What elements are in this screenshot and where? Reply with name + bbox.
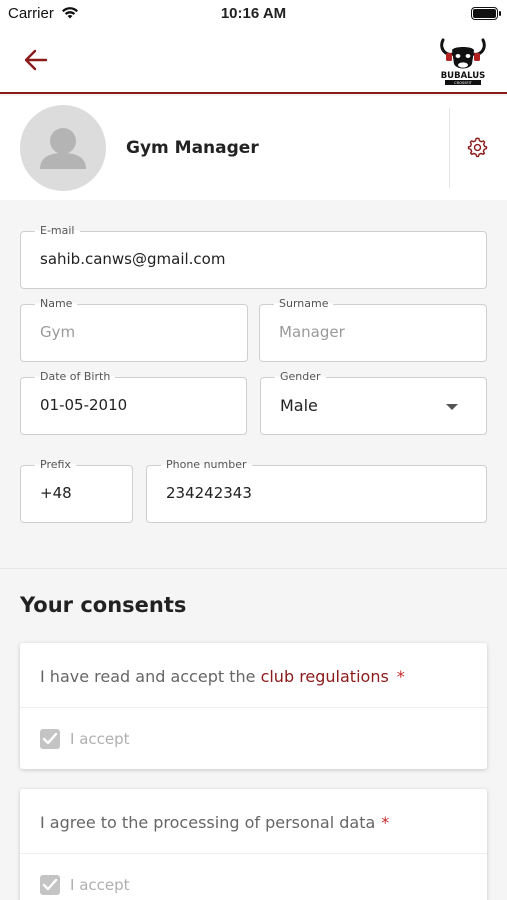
divider [449,108,450,188]
consents-title: Your consents [20,593,187,617]
email-label: E-mail [35,224,80,237]
gear-icon[interactable] [467,137,488,162]
name-label: Name [35,297,78,310]
gender-value: Male [280,396,318,415]
club-regulations-link[interactable]: club regulations [261,667,389,686]
consents-section: Your consents I have read and accept the… [0,568,507,900]
phone-number-value: 234242343 [166,484,252,502]
avatar[interactable] [20,105,106,191]
name-field[interactable]: Name Gym [20,297,248,362]
profile-name: Gym Manager [126,138,259,158]
date-of-birth-field[interactable]: Date of Birth 01-05-2010 [20,370,247,435]
email-value: sahib.canws@gmail.com [40,250,226,268]
phone-number-field[interactable]: Phone number 234242343 [146,458,487,523]
prefix-value: +48 [40,484,72,502]
checkmark-icon [42,732,58,745]
status-bar: Carrier 10:16 AM [0,0,507,28]
top-nav: BUBALUS CROSSFIT [0,28,507,94]
consent-text: I agree to the processing of personal da… [40,813,390,832]
accept-checkbox[interactable] [40,729,60,749]
divider [20,853,487,854]
consent-card: I have read and accept the club regulati… [20,643,487,769]
accept-checkbox[interactable] [40,875,60,895]
surname-label: Surname [274,297,334,310]
accept-label: I accept [70,730,130,748]
battery-icon [471,7,501,20]
phone-number-label: Phone number [161,458,252,471]
prefix-label: Prefix [35,458,76,471]
back-arrow-icon[interactable] [22,48,50,72]
profile-form: E-mail sahib.canws@gmail.com Name Gym Su… [0,200,507,568]
consent-card: I agree to the processing of personal da… [20,789,487,900]
clock: 10:16 AM [220,5,287,22]
divider [20,707,487,708]
date-of-birth-label: Date of Birth [35,370,116,383]
consent-text: I have read and accept the club regulati… [40,667,405,686]
chevron-down-icon [446,404,458,410]
name-placeholder: Gym [40,323,76,341]
prefix-field[interactable]: Prefix +48 [20,458,133,523]
svg-text:BUBALUS: BUBALUS [441,71,486,81]
svg-text:CROSSFIT: CROSSFIT [454,81,473,85]
required-marker: * [381,813,390,832]
gender-label: Gender [275,370,326,383]
surname-placeholder: Manager [279,323,345,341]
required-marker: * [396,667,405,686]
accept-label: I accept [70,876,130,894]
checkmark-icon [42,878,58,891]
user-silhouette-icon [40,128,86,169]
profile-header: Gym Manager [0,96,507,200]
gender-select[interactable]: Gender Male [260,370,487,435]
date-of-birth-value: 01-05-2010 [40,396,128,414]
email-field[interactable]: E-mail sahib.canws@gmail.com [20,224,487,289]
bubalus-logo: BUBALUS CROSSFIT [437,34,489,86]
surname-field[interactable]: Surname Manager [259,297,487,362]
